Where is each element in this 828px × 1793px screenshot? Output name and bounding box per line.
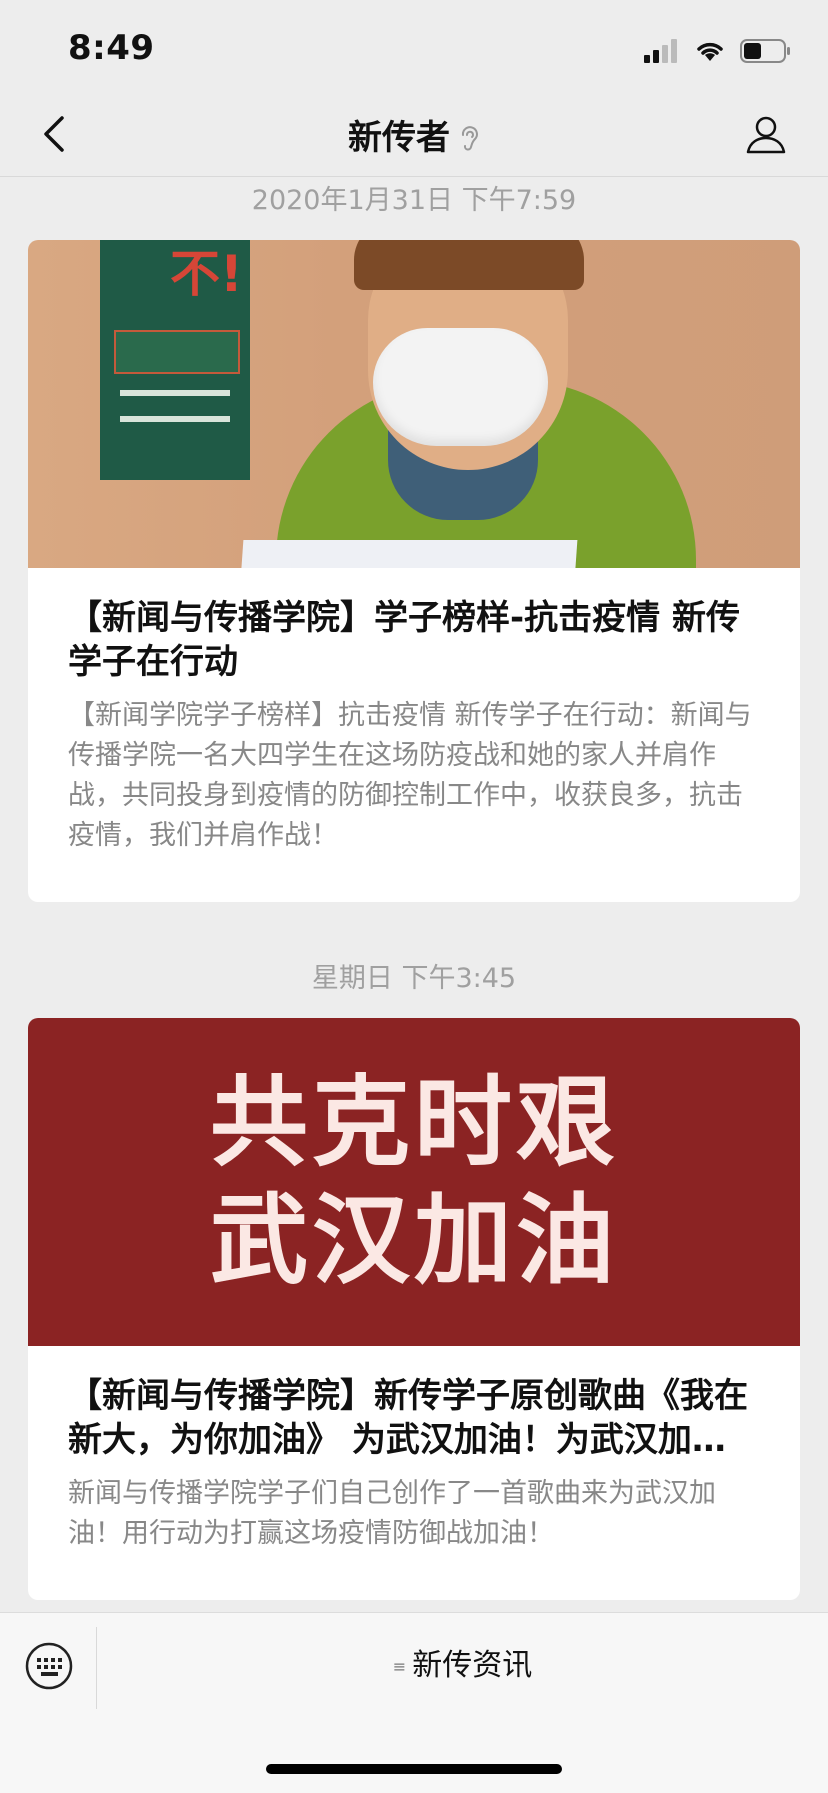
poster-text: 不! — [170, 245, 243, 303]
status-icons — [644, 36, 792, 66]
article-cover-image: 共克时艰 武汉加油 — [28, 1018, 800, 1346]
banner-line: 武汉加油 — [209, 1183, 618, 1298]
listen-mode-icon — [458, 120, 480, 160]
wifi-icon — [697, 42, 723, 61]
article-title: 【新闻与传播学院】新传学子原创歌曲《我在新大，为你加油》 为武汉加油！为武汉加油… — [68, 1376, 748, 1460]
status-bar: 8:49 — [0, 0, 828, 92]
banner-line: 共克时艰 — [209, 1065, 618, 1180]
page-title-text: 新传者 — [348, 118, 450, 158]
home-indicator — [266, 1764, 562, 1774]
navigation-bar: 新传者 — [0, 92, 828, 177]
message-timestamp: 2020年1月31日 下午7:59 — [251, 185, 577, 216]
keyboard-icon — [25, 1642, 73, 1690]
menu-item-label: 新传资讯 — [412, 1648, 533, 1683]
profile-button[interactable] — [744, 112, 788, 156]
article-title: 【新闻与传播学院】学子榜样-抗击疫情 新传学子在行动 — [68, 598, 740, 682]
poster-graphic: 不! — [100, 240, 250, 480]
page-title: 新传者 — [0, 110, 828, 160]
keyboard-toggle-button[interactable] — [24, 1641, 74, 1691]
menu-item-news[interactable]: ≡ 新传资讯 — [97, 1641, 828, 1691]
article-summary: 【新闻学院学子榜样】抗击疫情 新传学子在行动：新闻与传播学院一名大四学生在这场防… — [68, 700, 752, 851]
message-timestamp: 星期日 下午3:45 — [311, 963, 517, 994]
face-mask-graphic — [373, 328, 548, 446]
article-summary: 新闻与传播学院学子们自己创作了一首歌曲来为武汉加油！用行动为打赢这场疫情防御战加… — [68, 1478, 716, 1549]
article-cover-image: 不! — [28, 240, 800, 568]
battery-icon — [740, 39, 790, 63]
person-icon — [746, 116, 786, 154]
article-card[interactable]: 共克时艰 武汉加油 【新闻与传播学院】新传学子原创歌曲《我在新大，为你加油》 为… — [28, 1018, 800, 1600]
article-card[interactable]: 不! 【新闻与传播学院】学子榜样-抗击疫情 新传学子在行动 【新闻学院学子榜样】… — [28, 240, 800, 902]
menu-icon: ≡ — [392, 1656, 407, 1676]
cellular-signal-icon — [644, 39, 677, 63]
status-time: 8:49 — [68, 28, 155, 68]
